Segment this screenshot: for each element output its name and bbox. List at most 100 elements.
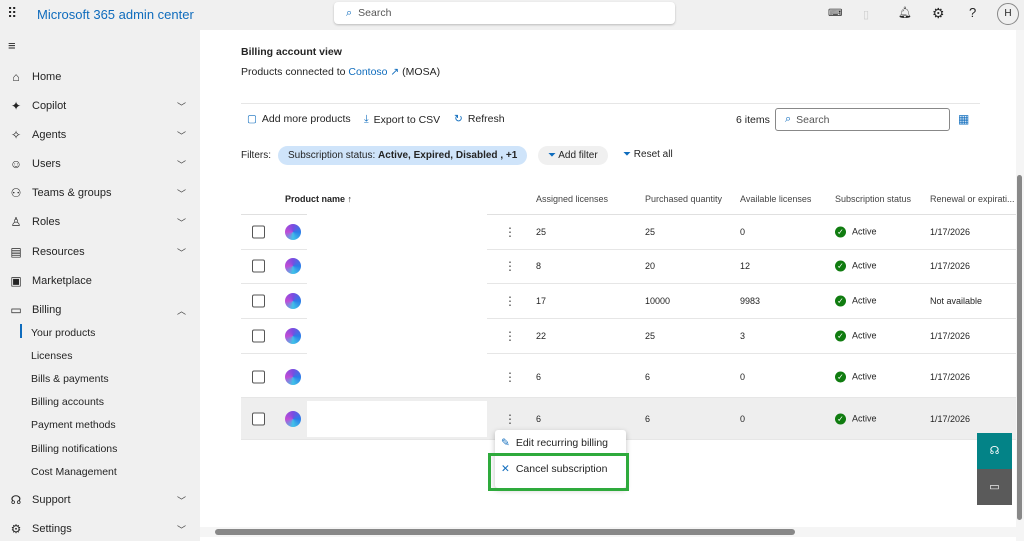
row-checkbox[interactable] xyxy=(252,259,265,273)
chevron-down-icon[interactable]: ﹀ xyxy=(177,216,186,229)
sidebar-subitem[interactable]: Your products xyxy=(31,327,95,339)
contoso-link[interactable]: Contoso xyxy=(348,66,387,78)
table-row[interactable]: ⋮ 6 6 0 ✓ Active 1/17/2026 xyxy=(241,356,1016,398)
column-settings-icon[interactable]: ▦ xyxy=(958,112,969,126)
table-search-input[interactable]: ⌕ Search xyxy=(775,108,950,131)
row-checkbox[interactable] xyxy=(252,225,265,239)
headset-help-button[interactable]: ☊ xyxy=(977,433,1012,469)
more-actions-icon[interactable]: ⋮ xyxy=(504,329,516,343)
sidebar-item-copilot[interactable]: ✦ Copilot ﹀ xyxy=(8,96,192,116)
sidebar-item-users[interactable]: ☺ Users ﹀ xyxy=(8,154,192,174)
row-checkbox[interactable] xyxy=(252,370,265,383)
sidebar-subitem[interactable]: Billing accounts xyxy=(31,396,104,408)
chevron-up-icon[interactable]: ︿ xyxy=(177,304,186,317)
app-launcher-icon[interactable]: ⠿ xyxy=(7,5,17,22)
product-name-cell[interactable] xyxy=(307,214,487,250)
selected-indicator xyxy=(20,324,22,338)
help-icon[interactable]: ? xyxy=(969,5,976,20)
gear-icon[interactable]: ⚙ xyxy=(932,5,945,22)
sidebar-item-agents[interactable]: ✧ Agents ﹀ xyxy=(8,125,192,145)
sidebar-subitem[interactable]: Billing notifications xyxy=(31,443,117,455)
terminal-icon[interactable]: ⌨ xyxy=(828,8,842,19)
vertical-scrollbar[interactable] xyxy=(1016,30,1024,541)
more-actions-icon[interactable]: ⋮ xyxy=(504,412,516,426)
status-label: Active xyxy=(852,413,877,423)
horizontal-scrollbar[interactable] xyxy=(200,527,1016,537)
table-row[interactable]: ⋮ 22 25 3 ✓ Active 1/17/2026 xyxy=(241,318,1016,354)
product-name-cell[interactable] xyxy=(307,318,487,354)
subscription-status: ✓ Active xyxy=(835,371,877,382)
subscription-status-filter-chip[interactable]: Subscription status: Active, Expired, Di… xyxy=(278,146,528,165)
horizontal-scroll-thumb[interactable] xyxy=(215,529,795,535)
vertical-scroll-thumb[interactable] xyxy=(1017,175,1022,520)
sidebar-subitem[interactable]: Cost Management xyxy=(31,466,117,478)
row-checkbox[interactable] xyxy=(252,329,265,343)
add-filter-label: Add filter xyxy=(558,150,598,161)
roles-icon: ♙ xyxy=(10,215,22,229)
column-header-product-name[interactable]: Product name ↑ xyxy=(285,194,352,204)
product-name-cell[interactable] xyxy=(307,248,487,284)
product-icon xyxy=(285,368,301,385)
chevron-down-icon[interactable]: ﹀ xyxy=(177,523,186,536)
subscription-status: ✓ Active xyxy=(835,295,877,307)
more-actions-icon[interactable]: ⋮ xyxy=(504,294,516,308)
product-name-cell[interactable] xyxy=(307,283,487,319)
product-name-cell[interactable] xyxy=(307,400,487,437)
chevron-down-icon[interactable]: ﹀ xyxy=(177,246,186,259)
sidebar-item-resources[interactable]: ▤ Resources ﹀ xyxy=(8,242,192,262)
edit-recurring-billing-item[interactable]: ✎ Edit recurring billing xyxy=(501,437,608,449)
table-row[interactable]: ⋮ 6 6 0 ✓ Active 1/17/2026 xyxy=(241,398,1016,440)
avatar[interactable]: H xyxy=(997,3,1019,25)
add-more-products-button[interactable]: ▢ Add more products xyxy=(247,113,351,125)
sidebar-item-teams-groups[interactable]: ⚇ Teams & groups ﹀ xyxy=(8,183,192,203)
top-bar: ⠿ Microsoft 365 admin center ⌕ Search ⌨ … xyxy=(0,0,1024,30)
more-actions-icon[interactable]: ⋮ xyxy=(504,225,516,239)
document-icon[interactable]: ▯ xyxy=(863,8,869,21)
sidebar-item-marketplace[interactable]: ▣ Marketplace xyxy=(8,271,192,291)
more-actions-icon[interactable]: ⋮ xyxy=(504,370,516,384)
subscription-status: ✓ Active xyxy=(835,330,877,342)
row-checkbox[interactable] xyxy=(252,294,265,308)
bell-icon[interactable]: 🔔︎ xyxy=(898,6,912,19)
column-header-purchased[interactable]: Purchased quantity xyxy=(645,194,722,204)
column-header-assigned[interactable]: Assigned licenses xyxy=(536,194,608,204)
chevron-down-icon[interactable]: ﹀ xyxy=(177,158,186,171)
sidebar-subitem[interactable]: Bills & payments xyxy=(31,373,109,385)
sort-ascending-icon: ↑ xyxy=(347,194,353,204)
filters-label: Filters: xyxy=(241,150,271,161)
sidebar-item-label: Settings xyxy=(32,523,72,535)
sidebar-item-roles[interactable]: ♙ Roles ﹀ xyxy=(8,212,192,232)
feedback-button[interactable]: ▭ xyxy=(977,469,1012,505)
sidebar-item-settings[interactable]: ⚙ Settings ﹀ xyxy=(8,519,192,539)
product-name-cell[interactable] xyxy=(307,358,487,395)
hamburger-icon[interactable]: ≡ xyxy=(8,38,16,53)
sidebar-subitem[interactable]: Licenses xyxy=(31,350,72,362)
divider xyxy=(241,103,980,104)
sidebar-subitem[interactable]: Payment methods xyxy=(31,419,116,431)
sidebar-item-billing[interactable]: ▭ Billing ︿ xyxy=(8,300,192,320)
chip-prefix: Subscription status: xyxy=(288,150,376,161)
app-title[interactable]: Microsoft 365 admin center xyxy=(37,7,194,22)
sidebar-item-support[interactable]: ☊ Support ﹀ xyxy=(8,490,192,510)
chevron-down-icon[interactable]: ﹀ xyxy=(177,187,186,200)
column-header-status[interactable]: Subscription status xyxy=(835,194,911,204)
status-label: Active xyxy=(852,260,877,271)
table-row[interactable]: ⋮ 8 20 12 ✓ Active 1/17/2026 xyxy=(241,248,1016,284)
chevron-down-icon[interactable]: ﹀ xyxy=(177,129,186,142)
sidebar-item-home[interactable]: ⌂ Home xyxy=(8,67,192,87)
column-header-renewal[interactable]: Renewal or expirati... xyxy=(930,194,1015,204)
table-row[interactable]: ⋮ 17 10000 9983 ✓ Active Not available xyxy=(241,283,1016,319)
more-actions-icon[interactable]: ⋮ xyxy=(504,259,516,273)
export-csv-button[interactable]: ⤓ Export to CSV xyxy=(364,113,440,126)
row-checkbox[interactable] xyxy=(252,412,265,425)
assigned-licenses: 22 xyxy=(536,331,547,341)
chevron-down-icon[interactable]: ﹀ xyxy=(177,494,186,507)
renewal-date: 1/17/2026 xyxy=(930,331,971,341)
reset-all-button[interactable]: ⏷ Reset all xyxy=(623,149,673,160)
add-filter-button[interactable]: ⏷ Add filter xyxy=(538,146,608,165)
table-row[interactable]: ⋮ 25 25 0 ✓ Active 1/17/2026 xyxy=(241,214,1016,250)
search-input[interactable]: ⌕ Search xyxy=(334,2,675,24)
refresh-button[interactable]: ↻ Refresh xyxy=(454,113,505,125)
chevron-down-icon[interactable]: ﹀ xyxy=(177,100,186,113)
column-header-available[interactable]: Available licenses xyxy=(740,194,811,204)
